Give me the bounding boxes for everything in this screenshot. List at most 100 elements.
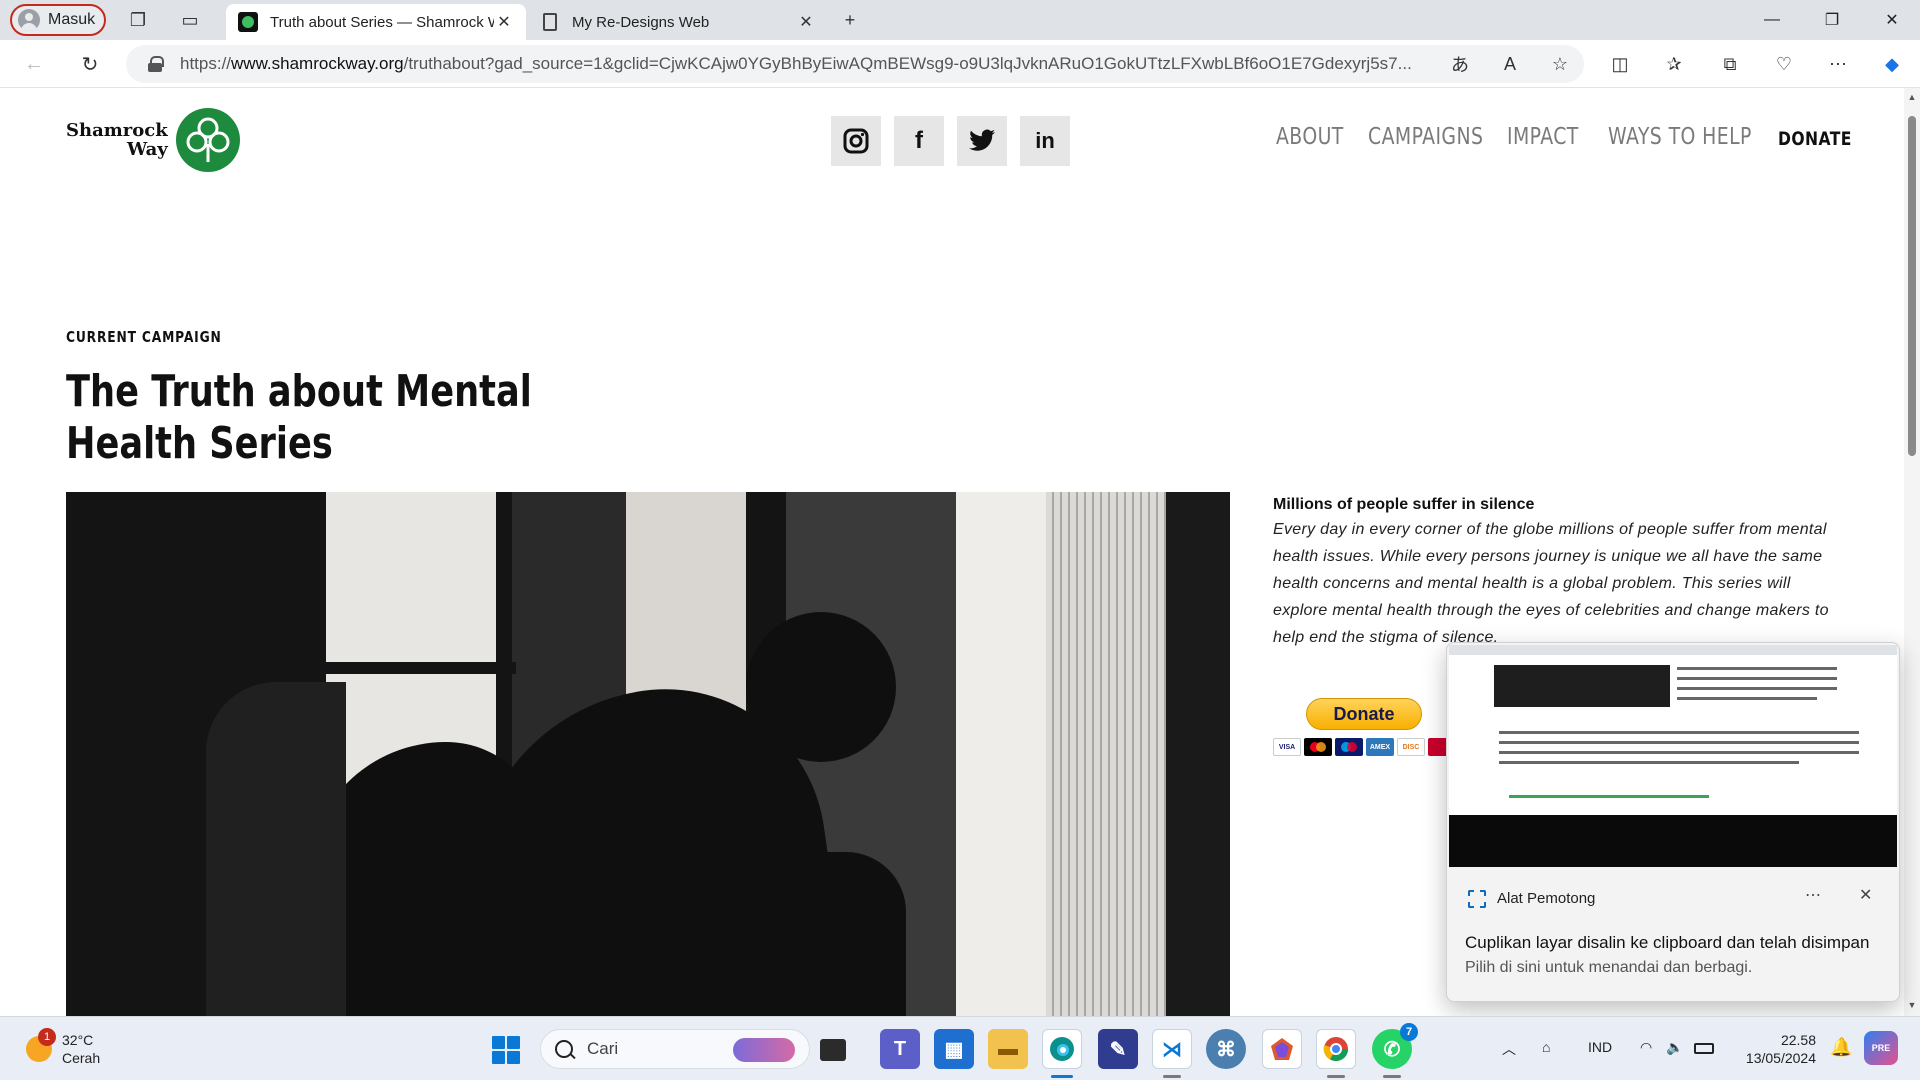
toast-header: Alat Pemotong [1467, 889, 1596, 908]
snipping-tool-icon [1467, 889, 1486, 908]
payment-cards: VISA AMEX DISC [1273, 738, 1456, 756]
profile-button[interactable]: Masuk [10, 4, 106, 36]
browser-essentials-icon[interactable]: ♡ [1766, 46, 1802, 82]
nav-impact[interactable]: IMPACT [1507, 124, 1579, 150]
close-tab-icon[interactable]: ✕ [494, 12, 514, 32]
weather-description: Cerah [62, 1050, 101, 1066]
clock-time: 22.58 [1780, 1032, 1816, 1048]
nav-campaigns[interactable]: CAMPAIGNS [1368, 124, 1483, 150]
tab-title: Truth about Series — Shamrock Way [270, 13, 494, 31]
url-text[interactable]: https://www.shamrockway.org/truthabout?g… [180, 54, 1420, 74]
back-arrow-icon[interactable]: ← [16, 46, 52, 82]
page-favicon-icon [543, 13, 557, 31]
nav-ways-to-help[interactable]: WAYS TO HELP [1608, 124, 1752, 150]
page-title: The Truth about Mental Health Series [66, 366, 532, 469]
network-app-icon[interactable]: ⌘ [1206, 1029, 1246, 1069]
restore-icon[interactable]: ❐ [1802, 0, 1862, 40]
copilot-icon[interactable]: ◆ [1874, 46, 1910, 82]
facebook-icon[interactable]: f [894, 116, 944, 166]
article-body: Every day in every corner of the globe m… [1273, 521, 1829, 646]
linkedin-icon[interactable]: in [1020, 116, 1070, 166]
address-bar[interactable]: https://www.shamrockway.org/truthabout?g… [126, 45, 1584, 83]
refresh-icon[interactable]: ↻ [72, 46, 108, 82]
paypal-donate-button[interactable]: Donate [1306, 698, 1422, 730]
toast-more-icon[interactable]: ⋯ [1805, 885, 1822, 905]
whatsapp-icon[interactable]: ✆ 7 [1372, 1023, 1418, 1069]
weather-widget[interactable]: 1 32°C Cerah [26, 1028, 101, 1067]
task-view-icon[interactable] [820, 1039, 846, 1061]
article-lead: Millions of people suffer in silence [1273, 496, 1535, 513]
mastercard-icon [1304, 738, 1332, 756]
paint-icon[interactable] [1262, 1029, 1302, 1069]
translate-icon[interactable]: あ [1442, 46, 1478, 82]
profile-label: Masuk [48, 11, 96, 28]
discover-card-icon: DISC [1397, 738, 1425, 756]
twitter-icon[interactable] [957, 116, 1007, 166]
workspaces-icon[interactable]: ❐ [120, 4, 156, 36]
edge-running-indicator [1051, 1075, 1073, 1078]
more-options-icon[interactable]: ⋯ [1820, 46, 1856, 82]
read-aloud-icon[interactable]: A [1492, 46, 1528, 82]
battery-icon[interactable] [1694, 1043, 1714, 1054]
tab-redesigns[interactable]: My Re-Designs Web ✕ [528, 4, 828, 40]
teams-icon[interactable]: T [880, 1029, 920, 1069]
shamrock-favicon-icon [238, 12, 258, 32]
favorites-icon[interactable]: ✰ [1656, 46, 1692, 82]
scroll-down-icon[interactable]: ▼ [1907, 1000, 1917, 1010]
weather-badge: 1 [38, 1028, 56, 1046]
pen-app-icon[interactable]: ✎ [1098, 1029, 1138, 1069]
profile-avatar-icon [18, 9, 40, 31]
show-hidden-icons[interactable]: ︿ [1502, 1039, 1516, 1059]
system-clock[interactable]: 22.58 13/05/2024 [1730, 1031, 1816, 1067]
wifi-icon[interactable]: ◠ [1640, 1039, 1652, 1056]
scrollbar-thumb[interactable] [1908, 116, 1916, 456]
store-icon[interactable]: ▦ [934, 1029, 974, 1069]
toast-sub-message: Pilih di sini untuk menandai dan berbagi… [1465, 959, 1753, 976]
notification-bell-icon[interactable]: 🔔 [1830, 1037, 1852, 1058]
section-eyebrow: CURRENT CAMPAIGN [66, 328, 222, 346]
taskbar-search[interactable]: Cari [540, 1029, 810, 1069]
favorite-star-icon[interactable]: ☆ [1542, 46, 1578, 82]
lock-icon [148, 56, 164, 72]
clock-date: 13/05/2024 [1745, 1050, 1816, 1066]
split-screen-icon[interactable]: ◫ [1602, 46, 1638, 82]
toast-close-icon[interactable]: ✕ [1859, 885, 1872, 905]
weather-sun-icon: 1 [26, 1028, 56, 1062]
start-button[interactable] [492, 1036, 520, 1064]
tab-actions-icon[interactable]: ▭ [172, 4, 208, 36]
shamrock-logo-icon [175, 108, 240, 172]
snipping-notification[interactable]: Alat Pemotong ⋯ ✕ Cuplikan layar disalin… [1446, 642, 1900, 1002]
site-logo[interactable]: Shamrock Way [66, 108, 240, 172]
new-tab-button[interactable]: + [832, 4, 868, 36]
file-explorer-icon[interactable]: ▬ [988, 1029, 1028, 1069]
screenshot-preview[interactable] [1449, 645, 1897, 867]
toast-message: Cuplikan layar disalin ke clipboard dan … [1465, 933, 1870, 952]
language-indicator[interactable]: IND [1588, 1039, 1612, 1055]
hero-image [66, 492, 1230, 1016]
vpn-icon[interactable]: ⌂ [1542, 1039, 1550, 1055]
collections-icon[interactable]: ⧉ [1712, 46, 1748, 82]
volume-icon[interactable]: 🔈 [1666, 1039, 1683, 1056]
tab-title: My Re-Designs Web [572, 13, 710, 31]
copilot-taskbar-icon[interactable]: PRE [1864, 1031, 1898, 1065]
close-window-icon[interactable]: ✕ [1862, 0, 1920, 40]
vscode-running-indicator [1163, 1075, 1181, 1078]
whatsapp-badge: 7 [1400, 1023, 1418, 1041]
search-icon [555, 1040, 573, 1058]
address-toolbar: ← ↻ https://www.shamrockway.org/truthabo… [0, 40, 1920, 88]
toast-app-name: Alat Pemotong [1497, 889, 1596, 907]
browser-tab-bar: Masuk ❐ ▭ Truth about Series — Shamrock … [0, 0, 1920, 40]
tab-shamrock[interactable]: Truth about Series — Shamrock Way ✕ [226, 4, 526, 40]
logo-wordmark: Shamrock Way [66, 120, 168, 160]
instagram-icon[interactable] [831, 116, 881, 166]
edge-icon[interactable] [1042, 1029, 1082, 1069]
minimize-icon[interactable]: — [1742, 0, 1802, 40]
nav-about[interactable]: ABOUT [1276, 124, 1344, 150]
chrome-icon[interactable] [1316, 1029, 1356, 1069]
scroll-up-icon[interactable]: ▲ [1907, 92, 1917, 102]
nav-donate[interactable]: DONATE [1778, 128, 1852, 150]
vscode-icon[interactable]: ⋊ [1152, 1029, 1192, 1069]
close-tab-icon[interactable]: ✕ [796, 12, 816, 32]
page-scrollbar[interactable]: ▲ ▼ [1904, 88, 1920, 1016]
visa-card-icon: VISA [1273, 738, 1301, 756]
